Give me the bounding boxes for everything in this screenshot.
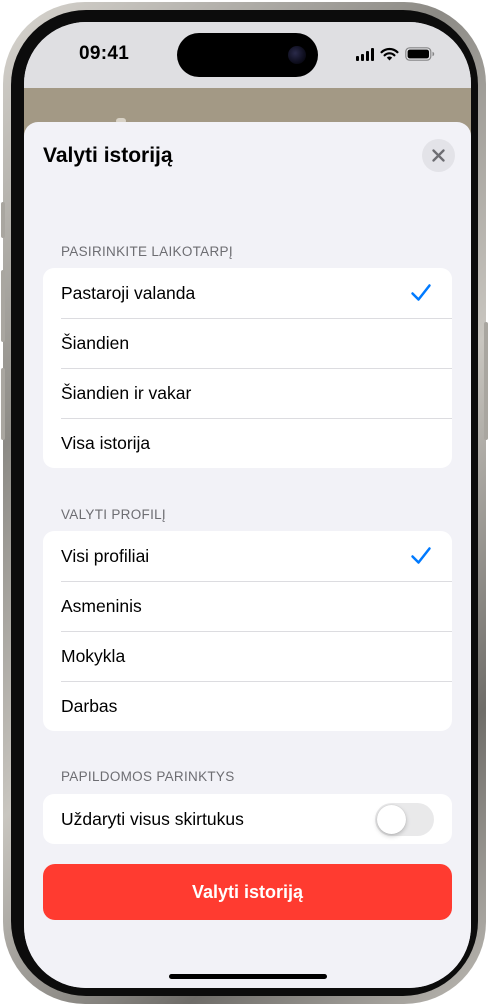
additional-options-list: Uždaryti visus skirtukus	[43, 794, 452, 844]
profile-option-personal[interactable]: Asmeninis	[43, 581, 452, 631]
timeframe-section-header: PASIRINKITE LAIKOTARPĮ	[61, 244, 233, 259]
option-label: Mokykla	[61, 645, 126, 666]
profile-option-work[interactable]: Darbas	[43, 681, 452, 731]
profile-option-all[interactable]: Visi profiliai	[43, 531, 452, 581]
option-label: Asmeninis	[61, 595, 142, 616]
timeframe-option-today-yesterday[interactable]: Šiandien ir vakar	[43, 368, 452, 418]
checkmark-icon	[411, 547, 431, 564]
dynamic-island	[177, 33, 318, 77]
timeframe-option-last-hour[interactable]: Pastaroji valanda	[43, 268, 452, 318]
option-label: Visi profiliai	[61, 545, 150, 566]
timeframe-option-today[interactable]: Šiandien	[43, 318, 452, 368]
home-indicator	[169, 974, 327, 979]
screen: 09:41 Valyti istoriją PASIRINKITE LAIKOT…	[24, 22, 471, 988]
profile-option-school[interactable]: Mokykla	[43, 631, 452, 681]
toggle-knob	[377, 805, 406, 834]
wifi-icon	[380, 47, 399, 61]
camera-icon	[288, 46, 306, 64]
action-button	[1, 202, 5, 238]
clear-history-button[interactable]: Valyti istoriją	[43, 864, 452, 920]
timeframe-options-list: Pastaroji valanda Šiandien Šiandien ir v…	[43, 268, 452, 468]
sheet-title: Valyti istoriją	[43, 144, 173, 167]
option-label: Pastaroji valanda	[61, 282, 196, 303]
option-label: Visa istorija	[61, 432, 151, 453]
phone-frame: 09:41 Valyti istoriją PASIRINKITE LAIKOT…	[1, 2, 488, 1004]
option-label: Šiandien ir vakar	[61, 382, 192, 403]
close-button[interactable]	[422, 139, 455, 172]
xmark-icon	[432, 149, 445, 162]
profile-options-list: Visi profiliai Asmeninis Mokykla Darbas	[43, 531, 452, 731]
clear-history-sheet: Valyti istoriją PASIRINKITE LAIKOTARPĮ P…	[24, 122, 471, 988]
option-label: Darbas	[61, 695, 118, 716]
profile-section-header: VALYTI PROFILĮ	[61, 507, 166, 522]
close-all-tabs-row: Uždaryti visus skirtukus	[43, 794, 452, 844]
checkmark-icon	[411, 284, 431, 301]
timeframe-option-all-history[interactable]: Visa istorija	[43, 418, 452, 468]
status-time: 09:41	[79, 43, 130, 64]
additional-section-header: PAPILDOMOS PARINKTYS	[61, 769, 235, 784]
status-icons	[356, 46, 435, 62]
volume-down-button	[1, 368, 5, 440]
power-button	[484, 322, 488, 440]
option-label: Šiandien	[61, 332, 130, 353]
close-all-tabs-label: Uždaryti visus skirtukus	[61, 808, 244, 829]
close-all-tabs-toggle[interactable]	[375, 803, 434, 836]
cellular-signal-icon	[356, 47, 374, 61]
volume-up-button	[1, 270, 5, 342]
battery-icon	[405, 47, 435, 61]
